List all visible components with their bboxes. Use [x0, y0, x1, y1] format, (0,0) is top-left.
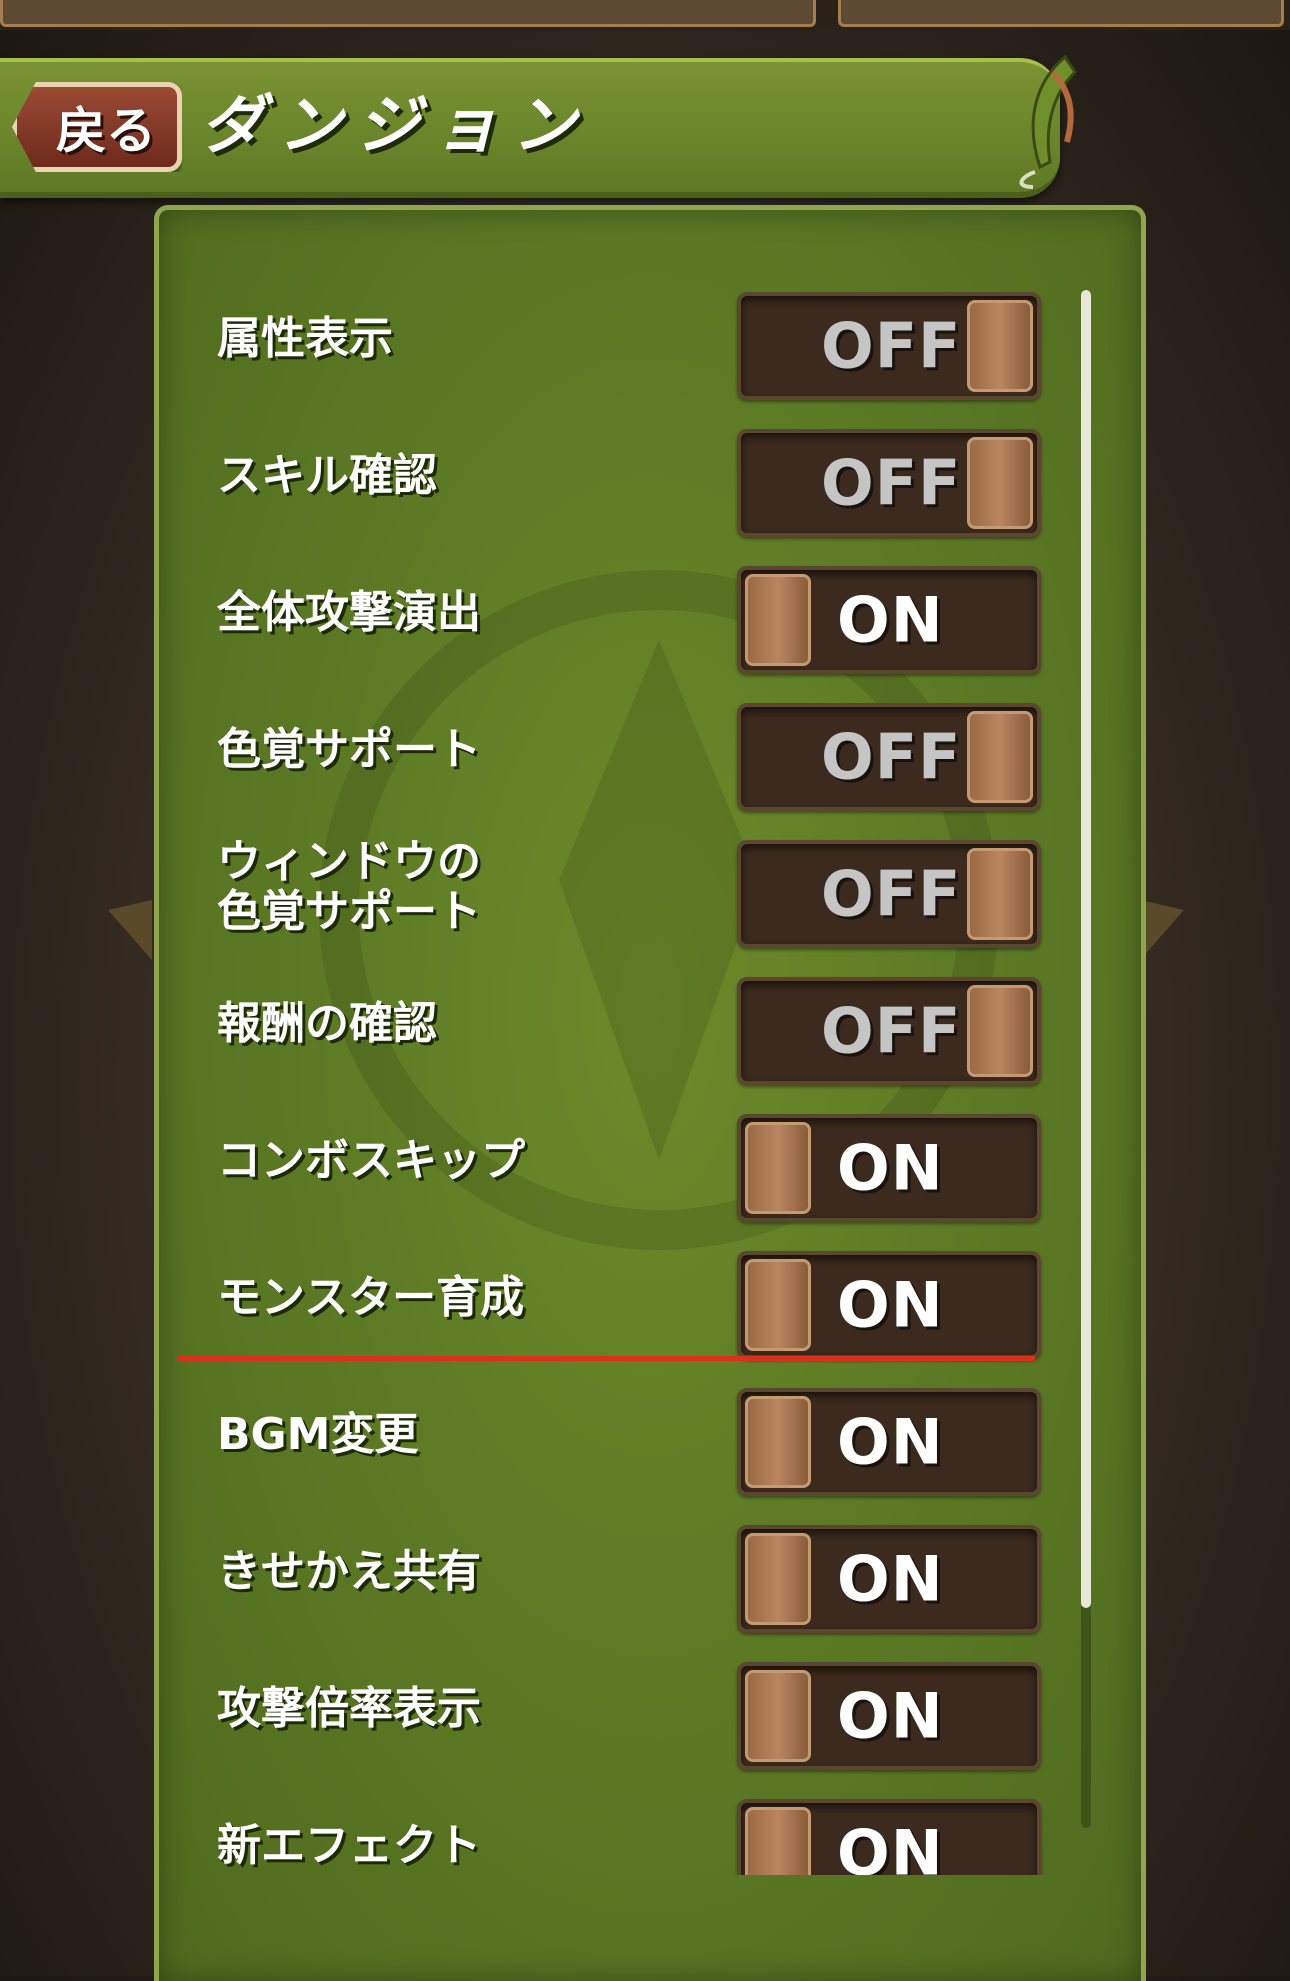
- setting-row-bgm-change: BGM変更 ON: [159, 1366, 1141, 1503]
- toggle-state-text: ON: [837, 1542, 944, 1616]
- setting-label: 属性表示: [217, 312, 393, 364]
- scrollbar-track[interactable]: [1081, 290, 1091, 1828]
- setting-label: スキル確認: [217, 449, 437, 501]
- toggle-monster-training[interactable]: ON: [737, 1251, 1041, 1359]
- toggle-knob: [967, 985, 1033, 1077]
- setting-label: ウィンドウの 色覚サポート: [217, 835, 481, 937]
- setting-row-reward-confirm: 報酬の確認 OFF: [159, 955, 1141, 1092]
- setting-row-skin-share: きせかえ共有 ON: [159, 1503, 1141, 1640]
- toggle-knob: [745, 1259, 811, 1351]
- toggle-knob: [967, 848, 1033, 940]
- toggle-state-text: ON: [837, 1679, 944, 1753]
- section-divider: [177, 1356, 1035, 1361]
- toggle-state-text: ON: [837, 1816, 944, 1876]
- setting-label: 新エフェクト: [217, 1819, 481, 1871]
- settings-list: 属性表示 OFF スキル確認 OFF 全体攻撃演出 ON 色覚サポート OFF: [159, 210, 1141, 1875]
- setting-row-new-effect: 新エフェクト ON: [159, 1777, 1141, 1875]
- toggle-knob: [967, 300, 1033, 392]
- toggle-knob: [745, 1396, 811, 1488]
- toggle-state-text: ON: [837, 1131, 944, 1205]
- toggle-knob: [745, 1533, 811, 1625]
- setting-row-monster-training: モンスター育成 ON: [159, 1229, 1141, 1366]
- toggle-state-text: ON: [837, 1268, 944, 1342]
- setting-label: モンスター育成: [217, 1271, 525, 1323]
- scrollbar-thumb[interactable]: [1081, 290, 1091, 1608]
- toggle-combo-skip[interactable]: ON: [737, 1114, 1041, 1222]
- setting-row-color-support: 色覚サポート OFF: [159, 681, 1141, 818]
- toggle-knob: [745, 1807, 811, 1875]
- toggle-state-text: OFF: [821, 994, 962, 1068]
- toggle-state-text: OFF: [821, 446, 962, 520]
- toggle-state-text: OFF: [821, 309, 962, 383]
- toggle-skill-confirm[interactable]: OFF: [737, 429, 1041, 537]
- setting-label: 色覚サポート: [217, 723, 481, 775]
- toggle-knob: [745, 574, 811, 666]
- toggle-state-text: OFF: [821, 720, 962, 794]
- setting-label: 攻撃倍率表示: [217, 1682, 481, 1734]
- toggle-knob: [745, 1670, 811, 1762]
- top-tab-left: [0, 0, 816, 27]
- toggle-new-effect[interactable]: ON: [737, 1799, 1041, 1875]
- settings-panel: 属性表示 OFF スキル確認 OFF 全体攻撃演出 ON 色覚サポート OFF: [154, 205, 1146, 1981]
- setting-row-attribute-display: 属性表示 OFF: [159, 270, 1141, 407]
- toggle-full-attack-effect[interactable]: ON: [737, 566, 1041, 674]
- setting-label: コンボスキップ: [217, 1134, 525, 1186]
- left-side-ornament: [108, 900, 152, 960]
- setting-row-skill-confirm: スキル確認 OFF: [159, 407, 1141, 544]
- toggle-window-color-support[interactable]: OFF: [737, 840, 1041, 948]
- leaf-dragon-icon: [1005, 52, 1085, 192]
- toggle-state-text: OFF: [821, 857, 962, 931]
- setting-row-combo-skip: コンボスキップ ON: [159, 1092, 1141, 1229]
- setting-label: きせかえ共有: [217, 1545, 481, 1597]
- top-tab-right: [838, 0, 1284, 27]
- toggle-knob: [967, 437, 1033, 529]
- toggle-knob: [745, 1122, 811, 1214]
- toggle-reward-confirm[interactable]: OFF: [737, 977, 1041, 1085]
- right-side-ornament: [1140, 900, 1184, 960]
- toggle-attribute-display[interactable]: OFF: [737, 292, 1041, 400]
- setting-label: 全体攻撃演出: [217, 586, 481, 638]
- toggle-color-support[interactable]: OFF: [737, 703, 1041, 811]
- toggle-skin-share[interactable]: ON: [737, 1525, 1041, 1633]
- toggle-state-text: ON: [837, 1405, 944, 1479]
- toggle-bgm-change[interactable]: ON: [737, 1388, 1041, 1496]
- toggle-knob: [967, 711, 1033, 803]
- back-button[interactable]: 戻る: [12, 82, 182, 172]
- toggle-state-text: ON: [837, 583, 944, 657]
- page-title: ダンジョン: [200, 89, 590, 163]
- back-button-label: 戻る: [56, 102, 156, 160]
- setting-row-attack-multiplier: 攻撃倍率表示 ON: [159, 1640, 1141, 1777]
- setting-row-full-attack-effect: 全体攻撃演出 ON: [159, 544, 1141, 681]
- setting-row-window-color-support: ウィンドウの 色覚サポート OFF: [159, 818, 1141, 955]
- top-strip: [0, 0, 1290, 30]
- setting-label: 報酬の確認: [217, 997, 437, 1049]
- toggle-attack-multiplier[interactable]: ON: [737, 1662, 1041, 1770]
- setting-label: BGM変更: [217, 1408, 419, 1460]
